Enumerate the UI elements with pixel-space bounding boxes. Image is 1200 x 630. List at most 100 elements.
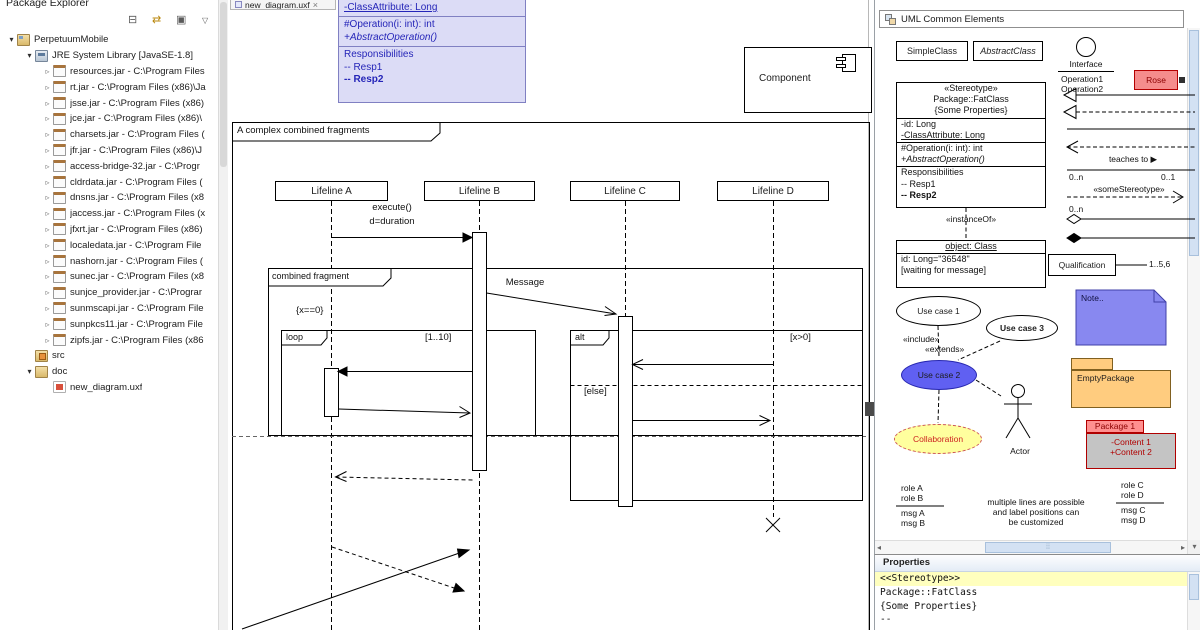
- tree-item[interactable]: src: [0, 348, 218, 364]
- editor-tab[interactable]: new_diagram.uxf ×: [230, 0, 336, 10]
- expanded-arrow-icon[interactable]: ▾: [24, 51, 35, 60]
- relation-mult-0n-2: 0..n: [1069, 204, 1084, 214]
- palette-interface-label: Interface: [1069, 59, 1103, 69]
- else-guard[interactable]: [else]: [584, 386, 607, 397]
- jar-icon: [53, 286, 66, 299]
- tree-item[interactable]: ▹ sunpkcs11.jar - C:\Program File: [0, 316, 218, 332]
- package1-content1: -Content 1: [1111, 437, 1151, 447]
- collapsed-arrow-icon[interactable]: ▹: [42, 257, 53, 266]
- collapsed-arrow-icon[interactable]: ▹: [42, 83, 53, 92]
- palette-collaboration[interactable]: Collaboration: [894, 424, 982, 454]
- tree-item[interactable]: ▹ sunjce_provider.jar - C:\Prograr: [0, 285, 218, 301]
- focus-icon[interactable]: ▣: [176, 13, 186, 26]
- palette-empty-package[interactable]: EmptyPackage: [1071, 370, 1171, 408]
- message-label-message[interactable]: Message: [470, 277, 580, 288]
- palette-interface-circle[interactable]: [1076, 37, 1096, 57]
- jar-icon: [53, 128, 66, 141]
- collapsed-arrow-icon[interactable]: ▹: [42, 99, 53, 108]
- tree-item-label: JRE System Library [JavaSE-1.8]: [52, 50, 193, 62]
- palette-header[interactable]: UML Common Elements: [879, 10, 1184, 28]
- tree-item[interactable]: ▹ nashorn.jar - C:\Program Files (: [0, 253, 218, 269]
- alt-fragment-label[interactable]: alt: [575, 332, 585, 342]
- expanded-arrow-icon[interactable]: ▾: [24, 367, 35, 376]
- collapsed-arrow-icon[interactable]: ▹: [42, 320, 53, 329]
- tree-item[interactable]: ▾ doc: [0, 364, 218, 380]
- tree-item[interactable]: ▾ PerpetuumMobile: [0, 32, 218, 48]
- frame-title[interactable]: A complex combined fragments: [237, 125, 370, 136]
- collapsed-arrow-icon[interactable]: ▹: [42, 193, 53, 202]
- jar-icon: [53, 270, 66, 283]
- tree-item[interactable]: ▹ jfxrt.jar - C:\Program Files (x86): [0, 222, 218, 238]
- tree-item[interactable]: ▹ jfr.jar - C:\Program Files (x86)\J: [0, 143, 218, 159]
- tree-item[interactable]: ▹ access-bridge-32.jar - C:\Progr: [0, 158, 218, 174]
- view-menu-icon[interactable]: ▽: [202, 16, 208, 25]
- tree-item[interactable]: ▹ charsets.jar - C:\Program Files (: [0, 127, 218, 143]
- palette-use-case-2[interactable]: Use case 2: [901, 360, 977, 390]
- lifeline-c[interactable]: Lifeline C: [570, 181, 680, 201]
- tree-item[interactable]: new_diagram.uxf: [0, 380, 218, 396]
- properties-scrollbar-thumb[interactable]: [1189, 574, 1199, 600]
- collapsed-arrow-icon[interactable]: ▹: [42, 130, 53, 139]
- sash-handle[interactable]: [865, 402, 874, 416]
- collapsed-arrow-icon[interactable]: ▹: [42, 178, 53, 187]
- collapsed-arrow-icon[interactable]: ▹: [42, 114, 53, 123]
- uml-class-element[interactable]: -ClassAttribute: Long #Operation(i: int)…: [338, 0, 526, 103]
- tree-item[interactable]: ▹ zipfs.jar - C:\Program Files (x86: [0, 332, 218, 348]
- palette-qualification[interactable]: Qualification: [1048, 254, 1116, 276]
- explorer-scrollbar[interactable]: [218, 0, 228, 630]
- message-label-execute[interactable]: execute(): [342, 202, 442, 213]
- tree-item[interactable]: ▹ sunec.jar - C:\Program Files (x8: [0, 269, 218, 285]
- collapsed-arrow-icon[interactable]: ▹: [42, 288, 53, 297]
- tree-item[interactable]: ▹ localedata.jar - C:\Program File: [0, 237, 218, 253]
- collapsed-arrow-icon[interactable]: ▹: [42, 241, 53, 250]
- expanded-arrow-icon[interactable]: ▾: [6, 35, 17, 44]
- loop-fragment-label[interactable]: loop: [286, 332, 303, 342]
- palette-simple-class[interactable]: SimpleClass: [896, 41, 968, 61]
- guard-x0[interactable]: {x==0}: [296, 305, 323, 316]
- uml-component-element[interactable]: Component: [744, 47, 872, 113]
- empty-package-tab[interactable]: [1071, 358, 1113, 370]
- palette-fat-class[interactable]: «Stereotype» Package::FatClass {Some Pro…: [896, 82, 1046, 208]
- lifeline-d[interactable]: Lifeline D: [717, 181, 829, 201]
- tree-item[interactable]: ▹ sunmscapi.jar - C:\Program File: [0, 301, 218, 317]
- alt-guard[interactable]: [x>0]: [790, 332, 811, 343]
- collapsed-arrow-icon[interactable]: ▹: [42, 67, 53, 76]
- palette-abstract-class[interactable]: AbstractClass: [973, 41, 1043, 61]
- palette-rose-class[interactable]: Rose: [1134, 70, 1178, 90]
- lifeline-b[interactable]: Lifeline B: [424, 181, 535, 201]
- collapsed-arrow-icon[interactable]: ▹: [42, 225, 53, 234]
- message-label-duration[interactable]: d=duration: [342, 216, 442, 227]
- tree-item[interactable]: ▹ resources.jar - C:\Program Files: [0, 64, 218, 80]
- relation-mult-01: 0..1: [1161, 172, 1176, 182]
- tree-item[interactable]: ▹ jce.jar - C:\Program Files (x86)\: [0, 111, 218, 127]
- tree-item[interactable]: ▹ jsse.jar - C:\Program Files (x86): [0, 95, 218, 111]
- palette-note[interactable]: Note..: [1081, 293, 1104, 303]
- collapsed-arrow-icon[interactable]: ▹: [42, 336, 53, 345]
- loop-guard[interactable]: [1..10]: [425, 332, 451, 343]
- collapsed-arrow-icon[interactable]: ▹: [42, 146, 53, 155]
- palette-package1[interactable]: -Content 1 +Content 2: [1086, 433, 1176, 469]
- explorer-scrollbar-thumb[interactable]: [220, 2, 227, 167]
- properties-editor[interactable]: <<Stereotype>> Package::FatClass {Some Pro…: [875, 572, 1187, 630]
- collapsed-arrow-icon[interactable]: ▹: [42, 272, 53, 281]
- tree-item[interactable]: ▹ dnsns.jar - C:\Program Files (x8: [0, 190, 218, 206]
- tree-item[interactable]: ▹ cldrdata.jar - C:\Program Files (: [0, 174, 218, 190]
- lifeline-a[interactable]: Lifeline A: [275, 181, 388, 201]
- package1-tab[interactable]: Package 1: [1086, 420, 1144, 433]
- collapsed-arrow-icon[interactable]: ▹: [42, 304, 53, 313]
- tree-item[interactable]: ▹ jaccess.jar - C:\Program Files (x: [0, 206, 218, 222]
- palette-use-case-1[interactable]: Use case 1: [896, 296, 981, 326]
- tree-item[interactable]: ▾ JRE System Library [JavaSE-1.8]: [0, 48, 218, 64]
- collapsed-arrow-icon[interactable]: ▹: [42, 209, 53, 218]
- palette-object-element[interactable]: object: Class id: Long="36548" [waiting …: [896, 240, 1046, 288]
- combined-fragment-label[interactable]: combined fragment: [272, 271, 349, 281]
- tree-item[interactable]: ▹ rt.jar - C:\Program Files (x86)\Ja: [0, 79, 218, 95]
- properties-scrollbar[interactable]: [1187, 572, 1200, 630]
- caption-msg-a: msg A: [901, 508, 925, 518]
- link-with-editor-icon[interactable]: ⇄: [152, 13, 161, 26]
- tab-close-icon[interactable]: ×: [313, 0, 318, 9]
- object-state: [waiting for message]: [901, 265, 987, 276]
- collapsed-arrow-icon[interactable]: ▹: [42, 162, 53, 171]
- collapse-all-icon[interactable]: ⊟: [128, 13, 137, 26]
- palette-use-case-3[interactable]: Use case 3: [986, 315, 1058, 341]
